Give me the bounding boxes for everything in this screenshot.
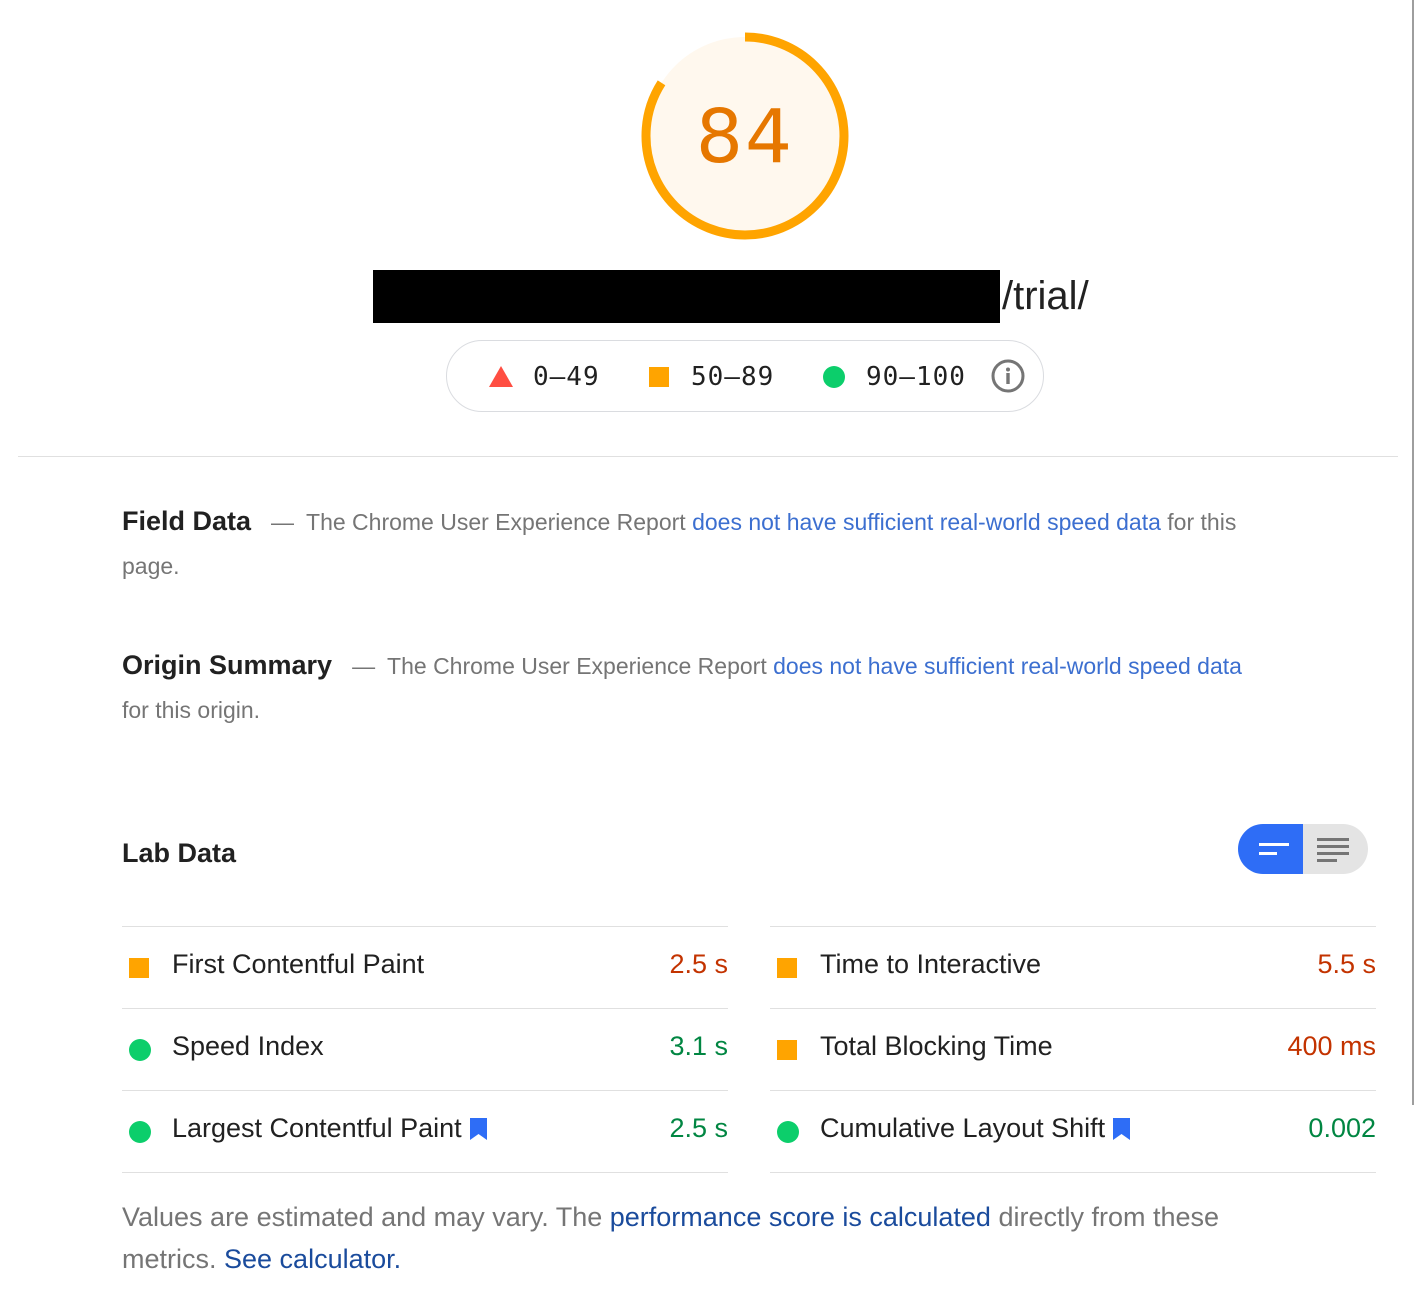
metric-value: 2.5 s — [669, 949, 728, 979]
metric-label: Time to Interactive — [820, 949, 1041, 980]
field-data-heading: Field Data — [122, 506, 252, 536]
legend-label-average: 50–89 — [691, 362, 775, 392]
metric-name: First Contentful Paint — [172, 949, 425, 979]
metric-row: First Contentful Paint 2.5 s — [122, 926, 728, 1008]
performance-score: 84 — [695, 94, 795, 180]
performance-score-link[interactable]: performance score is calculated — [610, 1202, 991, 1232]
field-data-section: Field Data — The Chrome User Experience R… — [122, 499, 1262, 588]
summary-view-button[interactable] — [1238, 824, 1303, 874]
metric-row: Largest Contentful Paint 2.5 s — [122, 1090, 728, 1173]
metric-name: Speed Index — [172, 1031, 324, 1061]
metric-value: 3.1 s — [669, 1031, 728, 1061]
footnote-text: Values are estimated and may vary. The — [122, 1202, 603, 1232]
green-circle-icon — [129, 1121, 151, 1143]
metric-row: Speed Index 3.1 s — [122, 1008, 728, 1090]
metric-value: 2.5 s — [669, 1113, 728, 1143]
metric-name: Cumulative Layout Shift — [820, 1113, 1106, 1143]
origin-summary-dash: — — [352, 653, 376, 679]
field-data-text: The Chrome User Experience Report — [306, 509, 686, 535]
red-triangle-icon — [489, 365, 513, 387]
metric-label: Largest Contentful Paint — [172, 1113, 487, 1144]
metric-label: Speed Index — [172, 1031, 324, 1062]
green-circle-icon — [129, 1039, 151, 1061]
green-circle-icon — [777, 1121, 799, 1143]
metric-name: Largest Contentful Paint — [172, 1113, 462, 1143]
metric-value: 5.5 s — [1317, 949, 1376, 979]
legend-item-average: 50–89 — [649, 341, 774, 413]
origin-summary-text: The Chrome User Experience Report — [387, 653, 767, 679]
orange-square-icon — [649, 367, 669, 387]
field-data-link[interactable]: does not have sufficient real-world spee… — [692, 509, 1161, 535]
metrics-left-column: First Contentful Paint 2.5 s Speed Index… — [122, 926, 728, 1173]
orange-square-icon — [129, 958, 149, 978]
detail-view-icon — [1317, 838, 1349, 862]
field-data-dash: — — [271, 509, 295, 535]
info-icon[interactable] — [991, 359, 1025, 393]
score-legend: 0–49 50–89 90–100 — [446, 340, 1044, 412]
metric-label: Total Blocking Time — [820, 1031, 1053, 1062]
url-path: /trial/ — [1002, 274, 1089, 318]
metric-label: First Contentful Paint — [172, 949, 424, 980]
view-toggle — [1238, 824, 1368, 874]
bookmark-icon[interactable] — [1113, 1117, 1131, 1140]
legend-item-fail: 0–49 — [489, 341, 600, 413]
metrics-right-column: Time to Interactive 5.5 s Total Blocking… — [770, 926, 1376, 1173]
metric-row: Time to Interactive 5.5 s — [770, 926, 1376, 1008]
origin-summary-heading: Origin Summary — [122, 650, 333, 680]
orange-square-icon — [777, 958, 797, 978]
legend-label-pass: 90–100 — [866, 362, 966, 392]
detail-view-button[interactable] — [1303, 824, 1368, 874]
page-url: /trial/ — [373, 270, 1089, 323]
footnote: Values are estimated and may vary. The p… — [122, 1196, 1302, 1280]
origin-summary-text-after: for this origin. — [122, 697, 261, 723]
summary-view-icon — [1259, 843, 1289, 855]
metric-name: Total Blocking Time — [820, 1031, 1053, 1061]
origin-summary-link[interactable]: does not have sufficient real-world spee… — [773, 653, 1242, 679]
section-divider — [18, 456, 1398, 457]
orange-square-icon — [777, 1040, 797, 1060]
metric-row: Total Blocking Time 400 ms — [770, 1008, 1376, 1090]
metric-row: Cumulative Layout Shift 0.002 — [770, 1090, 1376, 1173]
legend-label-fail: 0–49 — [533, 362, 600, 392]
green-circle-icon — [823, 366, 845, 388]
metric-name: Time to Interactive — [820, 949, 1042, 979]
bookmark-icon[interactable] — [469, 1117, 487, 1140]
lab-data-heading: Lab Data — [122, 838, 237, 868]
see-calculator-link[interactable]: See calculator. — [224, 1244, 401, 1274]
performance-score-gauge: 84 — [639, 30, 851, 242]
redacted-domain — [373, 270, 1000, 323]
metric-value: 0.002 — [1308, 1113, 1376, 1143]
metric-label: Cumulative Layout Shift — [820, 1113, 1131, 1144]
metric-value: 400 ms — [1287, 1031, 1376, 1061]
origin-summary-section: Origin Summary — The Chrome User Experien… — [122, 643, 1262, 732]
legend-item-pass: 90–100 — [823, 341, 966, 413]
